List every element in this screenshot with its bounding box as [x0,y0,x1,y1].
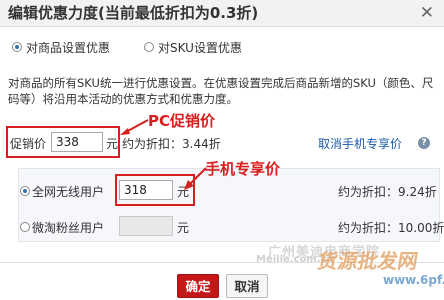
dialog-title: 编辑优惠力度(当前最低折扣为0.3折) [8,4,259,22]
all-wireless-users-label[interactable]: 全网无线用户 [32,183,104,200]
cancel-mobile-price-link[interactable]: 取消手机专享价 [318,135,402,152]
promo-price-unit: 元 [106,137,119,151]
annotation-arrow-pc [120,119,149,135]
radio-all-wireless-users[interactable] [20,186,30,196]
promo-price-input[interactable]: 338 [51,132,103,152]
annotation-arrow-mobile [184,167,207,190]
weitao-discount-text: 约为折扣：10.00折 [338,221,444,235]
annotation-mobile-price: 手机专享价 [205,160,281,178]
help-icon[interactable]: ? [418,137,430,149]
radio-product-discount[interactable] [12,42,22,52]
confirm-button[interactable]: 确定 [177,274,219,298]
close-icon[interactable]: ✕ [420,3,434,23]
description-text: 对商品的所有SKU统一进行优惠设置。在优惠设置完成后商品新增的SKU（颜色、尺码… [8,76,434,106]
wireless-discount-text: 约为折扣：9.24折 [338,185,437,199]
watermark-site: 货源批发网 [315,249,420,273]
cancel-button[interactable]: 取消 [226,274,268,298]
watermark-site-url: www.6pf.cn [383,273,444,287]
annotation-pc-price: PC促销价 [148,112,216,130]
weitao-price-input[interactable] [119,216,173,236]
weitao-price-unit: 元 [177,221,190,235]
dialog-header: 编辑优惠力度(当前最低折扣为0.3折) ✕ [0,0,444,27]
radio-product-discount-label[interactable]: 对商品设置优惠 [26,39,110,56]
promo-price-label: 促销价 [10,137,47,151]
radio-sku-discount[interactable] [144,42,154,52]
weitao-fans-label[interactable]: 微淘粉丝用户 [32,219,104,236]
radio-weitao-fans[interactable] [20,222,30,232]
radio-sku-discount-label[interactable]: 对SKU设置优惠 [158,39,242,56]
